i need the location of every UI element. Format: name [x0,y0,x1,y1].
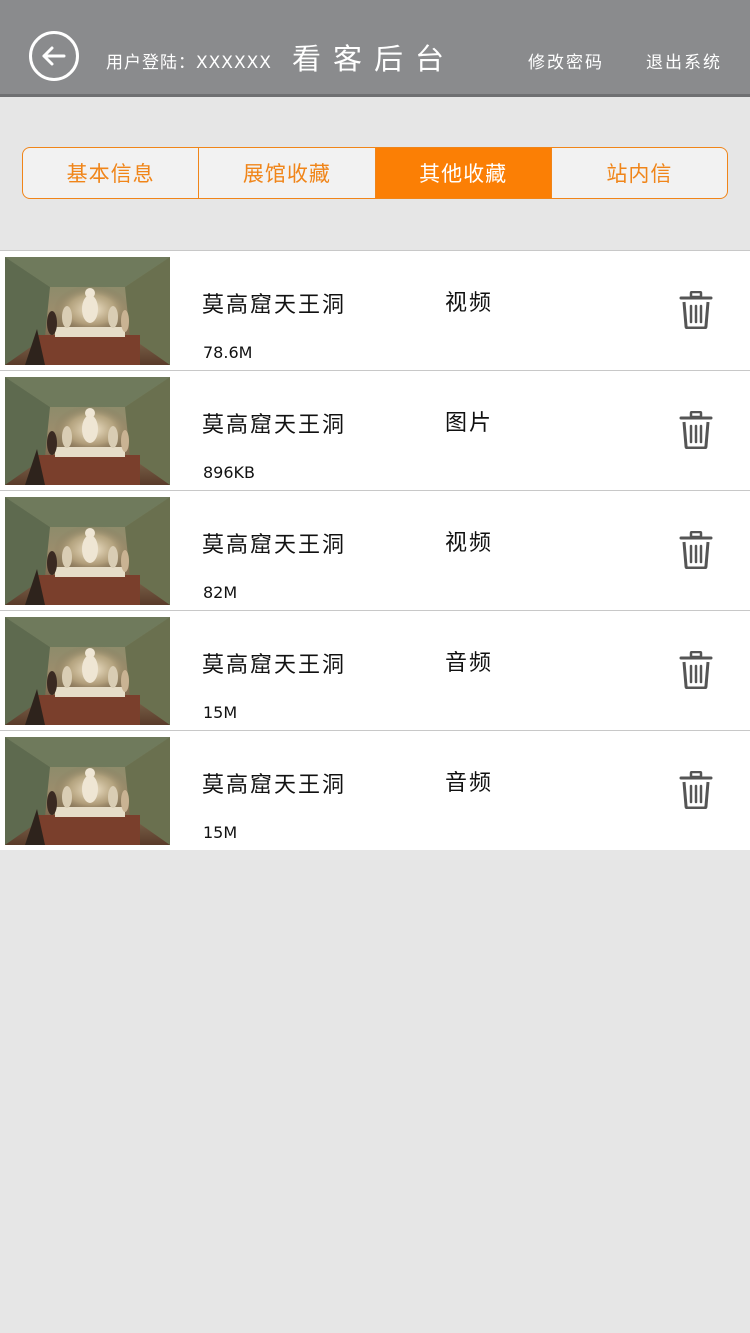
cave-mural-image [5,737,170,845]
list-item: 莫高窟天王洞 音频 15M [0,730,750,850]
favorites-list: 莫高窟天王洞 视频 78.6M 莫高窟天王洞 图片 896KB 莫高窟天王洞 视… [0,250,750,850]
item-size: 896KB [203,463,256,482]
item-name: 莫高窟天王洞 [202,773,347,798]
delete-button[interactable] [679,650,713,690]
tab-exhibition-favorites[interactable]: 展馆收藏 [199,148,376,198]
list-item: 莫高窟天王洞 视频 82M [0,490,750,610]
list-item: 莫高窟天王洞 图片 896KB [0,370,750,490]
cave-mural-image [5,617,170,725]
cave-mural-image [5,497,170,605]
login-user-label: 用户登陆：XXXXXX [106,53,272,73]
item-type: 图片 [445,411,494,436]
delete-button[interactable] [679,410,713,450]
cave-thumbnail-image[interactable] [5,617,170,725]
arrow-left-icon [42,46,66,66]
item-type: 视频 [445,291,494,316]
cave-thumbnail-image[interactable] [5,737,170,845]
item-name: 莫高窟天王洞 [202,413,347,438]
page-title: 看客后台 [292,42,457,76]
trash-icon [679,770,713,810]
delete-button[interactable] [679,290,713,330]
app-header: 用户登陆：XXXXXX 看客后台 修改密码 退出系统 [0,0,750,97]
cave-thumbnail-image[interactable] [5,497,170,605]
trash-icon [679,290,713,330]
item-size: 15M [203,703,238,722]
tab-bar: 基本信息 展馆收藏 其他收藏 站内信 [22,147,728,199]
change-password-link[interactable]: 修改密码 [528,48,604,73]
trash-icon [679,530,713,570]
item-type: 音频 [445,651,494,676]
list-item: 莫高窟天王洞 音频 15M [0,610,750,730]
list-item: 莫高窟天王洞 视频 78.6M [0,250,750,370]
logout-link[interactable]: 退出系统 [646,48,722,73]
tab-site-messages[interactable]: 站内信 [552,148,727,198]
cave-mural-image [5,257,170,365]
cave-mural-image [5,377,170,485]
trash-icon [679,410,713,450]
cave-thumbnail-image[interactable] [5,257,170,365]
item-type: 音频 [445,771,494,796]
item-name: 莫高窟天王洞 [202,293,347,318]
item-size: 78.6M [203,343,253,362]
trash-icon [679,650,713,690]
tab-basic-info[interactable]: 基本信息 [23,148,200,198]
item-type: 视频 [445,531,494,556]
item-size: 82M [203,583,238,602]
item-name: 莫高窟天王洞 [202,653,347,678]
tab-other-favorites[interactable]: 其他收藏 [375,148,552,198]
delete-button[interactable] [679,770,713,810]
back-button[interactable] [29,31,79,81]
delete-button[interactable] [679,530,713,570]
item-size: 15M [203,823,238,842]
item-name: 莫高窟天王洞 [202,533,347,558]
cave-thumbnail-image[interactable] [5,377,170,485]
